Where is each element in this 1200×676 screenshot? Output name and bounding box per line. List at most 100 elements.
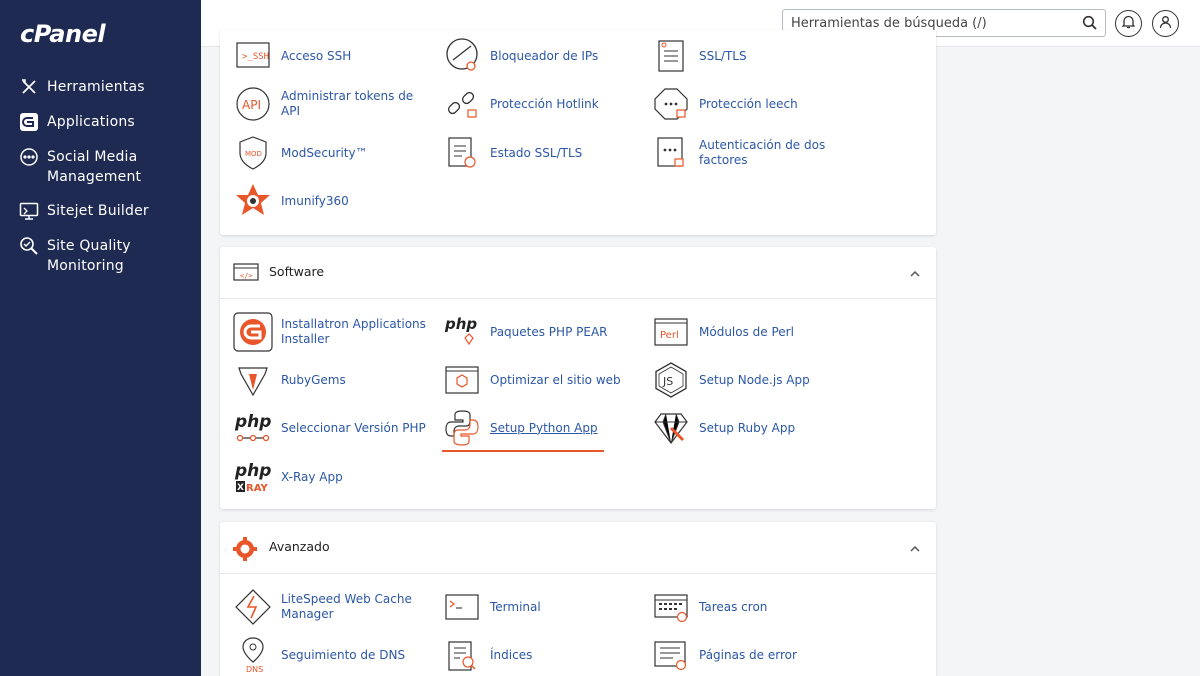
two-factor-icon: [651, 133, 691, 173]
tool-paginas-error[interactable]: Páginas de error: [651, 635, 849, 675]
sidebar-item-label: Applications: [47, 114, 135, 130]
svg-text:>_SSH: >_SSH: [242, 52, 269, 62]
tool-seguimiento-dns[interactable]: DNS Seguimiento de DNS: [233, 635, 431, 675]
site-quality-icon: [18, 235, 40, 257]
sidebar-nav: Herramientas Applications Social Media M…: [0, 76, 201, 289]
dns-pin-icon: DNS: [233, 635, 273, 675]
rubygems-icon: [233, 360, 273, 400]
tool-modulos-perl[interactable]: Perl Módulos de Perl: [651, 312, 849, 352]
software-panel: </> Software Installatron Applications I…: [220, 247, 936, 509]
tool-modsecurity[interactable]: MOD ModSecurity™: [233, 133, 431, 173]
tool-label: ModSecurity™: [281, 145, 368, 160]
tool-tareas-cron[interactable]: Tareas cron: [651, 587, 849, 627]
svg-text:php: php: [234, 461, 271, 481]
svg-text:RAY: RAY: [246, 483, 268, 494]
tool-label: Protección leech: [699, 96, 798, 111]
tool-estado-ssl[interactable]: Estado SSL/TLS: [442, 133, 640, 173]
applications-icon: [18, 111, 40, 133]
user-menu-button[interactable]: [1152, 10, 1179, 37]
sidebar: cPanel Herramientas Applications Social …: [0, 0, 201, 676]
tool-label: Setup Node.js App: [699, 372, 810, 387]
software-code-icon: </>: [233, 262, 259, 284]
tool-tokens-api[interactable]: API Administrar tokens de API: [233, 84, 431, 124]
tool-php-pear[interactable]: php Paquetes PHP PEAR: [442, 312, 640, 352]
tool-label: RubyGems: [281, 372, 346, 387]
sidebar-item-social-media[interactable]: Social Media Management: [0, 146, 201, 187]
terminal-icon: [442, 587, 482, 627]
advanced-gear-icon: [233, 537, 259, 561]
svg-text:API: API: [242, 98, 261, 112]
tool-label: Paquetes PHP PEAR: [490, 324, 608, 339]
sidebar-item-applications[interactable]: Applications: [0, 111, 201, 133]
tool-optimizar-sitio[interactable]: Optimizar el sitio web: [442, 360, 640, 400]
sidebar-item-label: Site Quality Monitoring: [47, 238, 131, 274]
svg-text:Perl: Perl: [660, 330, 679, 341]
tool-setup-ruby[interactable]: Setup Ruby App: [651, 408, 849, 448]
indices-icon: [442, 635, 482, 675]
installatron-icon: [233, 312, 273, 352]
tool-label: Seguimiento de DNS: [281, 647, 406, 662]
tool-label: LiteSpeed Web Cache Manager: [281, 592, 412, 621]
tool-label: Setup Ruby App: [699, 420, 796, 435]
sidebar-item-label: Herramientas: [47, 79, 145, 95]
api-icon: API: [233, 84, 273, 124]
active-underline: [442, 450, 604, 452]
tool-seleccionar-php[interactable]: php Seleccionar Versión PHP: [233, 408, 431, 448]
tool-indices[interactable]: Índices: [442, 635, 640, 675]
cpanel-logo[interactable]: cPanel: [20, 20, 106, 48]
imunify360-icon: [233, 181, 273, 221]
tool-label: Terminal: [490, 599, 541, 614]
sitejet-icon: [18, 200, 40, 222]
tool-label: Installatron Applications Installer: [281, 317, 426, 346]
tool-label: Índices: [490, 647, 533, 662]
tool-label: Bloqueador de IPs: [490, 48, 599, 63]
security-panel: >_SSH Acceso SSH Bloqueador de IPs SSL/T…: [220, 30, 936, 235]
software-panel-header[interactable]: </> Software: [220, 247, 936, 299]
search-icon[interactable]: [1082, 15, 1098, 31]
tools-icon: [18, 76, 40, 98]
user-icon: [1159, 14, 1172, 33]
tool-rubygems[interactable]: RubyGems: [233, 360, 431, 400]
chevron-up-icon[interactable]: [908, 266, 922, 280]
php-pear-icon: php: [442, 312, 482, 352]
ip-blocker-icon: [442, 36, 482, 76]
ruby-icon: [651, 408, 691, 448]
tool-setup-nodejs[interactable]: JS Setup Node.js App: [651, 360, 849, 400]
svg-text:php: php: [444, 315, 477, 333]
svg-text:DNS: DNS: [246, 665, 263, 674]
avanzado-panel-header[interactable]: Avanzado: [220, 522, 936, 574]
sidebar-item-site-quality[interactable]: Site Quality Monitoring: [0, 235, 201, 276]
tool-label: Páginas de error: [699, 647, 797, 662]
bell-icon: [1121, 14, 1136, 33]
tool-label: Imunify360: [281, 193, 349, 208]
tool-bloqueador-ips[interactable]: Bloqueador de IPs: [442, 36, 640, 76]
tool-litespeed[interactable]: LiteSpeed Web Cache Manager: [233, 587, 431, 627]
tool-setup-python[interactable]: Setup Python App: [442, 408, 640, 448]
tool-label: Módulos de Perl: [699, 324, 794, 339]
perl-icon: Perl: [651, 312, 691, 352]
svg-text:JS: JS: [662, 375, 673, 388]
sidebar-item-label: Social Media Management: [47, 149, 142, 185]
php-version-icon: php: [233, 408, 273, 448]
tool-proteccion-hotlink[interactable]: Protección Hotlink: [442, 84, 640, 124]
tool-xray[interactable]: php X RAY X-Ray App: [233, 457, 431, 497]
tool-label: Autenticación de dos factores: [699, 138, 826, 167]
tool-label: Seleccionar Versión PHP: [281, 420, 426, 435]
tool-imunify360[interactable]: Imunify360: [233, 181, 431, 221]
tool-autenticacion-dos-factores[interactable]: Autenticación de dos factores: [651, 133, 849, 173]
hotlink-icon: [442, 84, 482, 124]
tool-label: SSL/TLS: [699, 48, 747, 63]
tool-acceso-ssh[interactable]: >_SSH Acceso SSH: [233, 36, 431, 76]
tool-ssl-tls[interactable]: SSL/TLS: [651, 36, 849, 76]
sidebar-item-herramientas[interactable]: Herramientas: [0, 76, 201, 98]
tool-label: Optimizar el sitio web: [490, 372, 621, 387]
optimize-website-icon: [442, 360, 482, 400]
avanzado-panel: Avanzado LiteSpeed Web Cache Manager Ter…: [220, 522, 936, 676]
tool-terminal[interactable]: Terminal: [442, 587, 640, 627]
tool-installatron[interactable]: Installatron Applications Installer: [233, 312, 431, 352]
sidebar-item-sitejet[interactable]: Sitejet Builder: [0, 200, 201, 222]
notifications-button[interactable]: [1115, 10, 1142, 37]
chevron-up-icon[interactable]: [908, 541, 922, 555]
svg-text:MOD: MOD: [245, 150, 262, 158]
tool-proteccion-leech[interactable]: Protección leech: [651, 84, 849, 124]
